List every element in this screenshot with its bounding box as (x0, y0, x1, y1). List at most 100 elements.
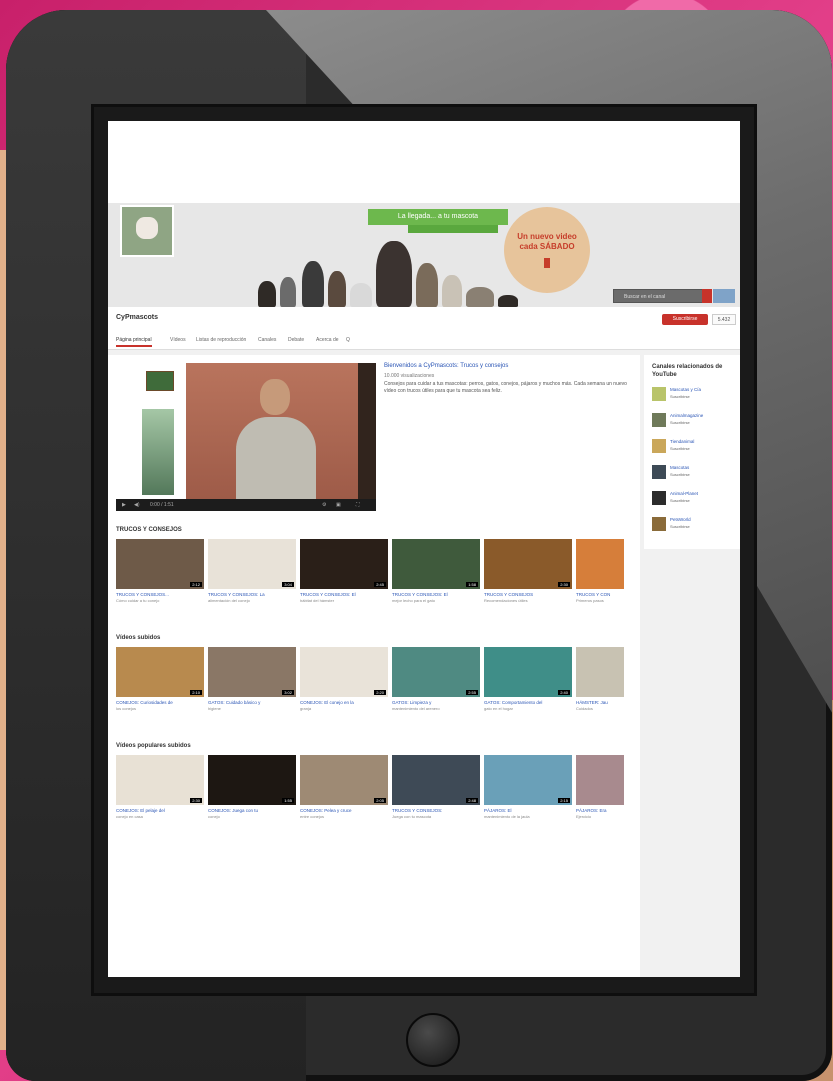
video-duration: 3:04 (282, 582, 294, 587)
related-channel-name[interactable]: Animalmagazine (670, 413, 703, 418)
related-channel-item[interactable]: Tiendanimal Suscribirse (652, 437, 736, 459)
video-card[interactable]: 2:15 PÁJAROS: El mantenimiento de la jaula (484, 755, 572, 820)
tab-videos[interactable]: Vídeos (170, 337, 186, 343)
channel-thumbnail[interactable] (652, 439, 666, 453)
related-channel-name[interactable]: Mascotas y Cía (670, 387, 701, 392)
featured-video-views: 10.000 visualizaciones (384, 373, 435, 379)
related-channel-name[interactable]: PetsWorld (670, 517, 691, 522)
video-thumbnail[interactable]: 1:58 (392, 539, 480, 589)
video-plant (142, 409, 174, 495)
video-card[interactable]: 2:55 GATOS: Limpieza y mantenimiento del a… (392, 647, 480, 712)
video-card[interactable]: 1:40TRUCOS Y CONPrimeros pasos (576, 539, 624, 604)
video-thumbnail[interactable]: 2:05 (300, 755, 388, 805)
channel-name[interactable]: CyPmascots (116, 314, 158, 321)
video-thumbnail[interactable]: 1:40 (576, 539, 624, 589)
video-thumbnail[interactable]: 3:04 (208, 539, 296, 589)
video-thumbnail[interactable]: 2:30 (116, 755, 204, 805)
video-thumbnail[interactable]: 2:12 (116, 539, 204, 589)
section-title[interactable]: Vídeos populares subidos (116, 743, 191, 749)
related-channel-item[interactable]: Mascotas y Cía Suscribirse (652, 385, 736, 407)
settings-icon[interactable]: ⚙ (322, 502, 326, 508)
video-meta: mantenimiento de la jaula (484, 814, 530, 819)
related-channel-subscribe[interactable]: Suscribirse (670, 472, 690, 477)
channel-search-input[interactable]: Buscar en el canal (613, 289, 703, 303)
video-card[interactable]: 2:30 CONEJOS: El pelaje del conejo en casa (116, 755, 204, 820)
video-thumbnail[interactable]: 1:35 (576, 755, 624, 805)
video-card[interactable]: 3:02 GATOS: Cuidado básico y higiene (208, 647, 296, 712)
related-channel-subscribe[interactable]: Suscribirse (670, 498, 690, 503)
video-card[interactable]: 2:12 TRUCOS Y CONSEJOS... Cómo cuidar a tu… (116, 539, 204, 604)
video-duration: 2:20 (374, 690, 386, 695)
channel-thumbnail[interactable] (652, 465, 666, 479)
video-thumbnail[interactable]: 2:10 (116, 647, 204, 697)
video-thumbnail[interactable]: 3:02 (208, 647, 296, 697)
promo-badge: Un nuevo video cada SÁBADO (504, 207, 590, 293)
video-thumbnail[interactable]: 2:55 (392, 647, 480, 697)
related-channel-item[interactable]: Animal-Planet Suscribirse (652, 489, 736, 511)
section-title[interactable]: Vídeos subidos (116, 635, 160, 641)
video-card[interactable]: 2:20 CONEJOS: El conejo en la granja (300, 647, 388, 712)
video-thumbnail[interactable]: 2:48 (392, 755, 480, 805)
video-meta: conejo (208, 814, 220, 819)
related-channel-item[interactable]: PetsWorld Suscribirse (652, 515, 736, 537)
video-card[interactable]: 2:40 GATOS: Comportamiento del gato en el … (484, 647, 572, 712)
channel-thumbnail[interactable] (652, 491, 666, 505)
channel-thumbnail[interactable] (652, 387, 666, 401)
related-channel-subscribe[interactable]: Suscribirse (670, 524, 690, 529)
channel-tabs: Página principal Vídeos Listas de reprod… (108, 333, 740, 350)
video-row-popular: 2:30 CONEJOS: El pelaje del conejo en casa… (116, 755, 640, 839)
video-card[interactable]: 2:30 TRUCOS Y CONSEJOS Recomendaciones úti… (484, 539, 572, 604)
search-icon[interactable]: Q (346, 337, 350, 343)
fullscreen-icon[interactable]: ⛶ (356, 502, 360, 508)
video-thumbnail[interactable]: 2:30 (484, 539, 572, 589)
video-thumbnail[interactable]: 2:15 (484, 755, 572, 805)
section-title[interactable]: TRUCOS Y CONSEJOS (116, 527, 182, 533)
home-button[interactable] (406, 1013, 460, 1067)
channel-avatar[interactable] (120, 205, 174, 257)
video-thumbnail[interactable]: 1:50 (576, 647, 624, 697)
channel-thumbnail[interactable] (652, 517, 666, 531)
channel-thumbnail[interactable] (652, 413, 666, 427)
social-link-icon[interactable] (702, 289, 712, 303)
youtube-icon[interactable]: ▣ (336, 502, 341, 508)
video-thumbnail[interactable]: 2:40 (484, 647, 572, 697)
video-card[interactable]: 3:04 TRUCOS Y CONSEJOS: La alimentación de… (208, 539, 296, 604)
related-channel-subscribe[interactable]: Suscribirse (670, 446, 690, 451)
related-channel-name[interactable]: Mascotas (670, 465, 689, 470)
play-icon[interactable]: ▶ (122, 502, 126, 508)
tab-home[interactable]: Página principal (116, 337, 152, 347)
video-card[interactable]: 1:58 TRUCOS Y CONSEJOS: El mejor lecho par… (392, 539, 480, 604)
video-card[interactable]: 2:10 CONEJOS: Curiosidades de los conejos (116, 647, 204, 712)
volume-icon[interactable]: ◀) (134, 502, 140, 508)
related-channel-name[interactable]: Animal-Planet (670, 491, 698, 496)
video-duration: 1:55 (282, 798, 294, 803)
main-content: ▶ ◀) 0:00 / 1:51 ⚙ ▣ ⛶ Bienvenidos a CyP… (108, 355, 640, 977)
video-card[interactable]: 2:05 CONEJOS: Pelea y cruce entre conejos (300, 755, 388, 820)
subscribe-button[interactable]: Suscribirse (662, 314, 708, 325)
video-thumbnail[interactable]: 1:55 (208, 755, 296, 805)
related-channel-item[interactable]: Animalmagazine Suscribirse (652, 411, 736, 433)
related-channel-subscribe[interactable]: Suscribirse (670, 420, 690, 425)
video-thumbnail[interactable]: 2:45 (300, 539, 388, 589)
cat-avatar-image (136, 217, 158, 239)
player-controls[interactable]: ▶ ◀) 0:00 / 1:51 ⚙ ▣ ⛶ (116, 499, 376, 511)
video-time: 0:00 / 1:51 (150, 502, 174, 508)
tab-about[interactable]: Acerca de (316, 337, 339, 343)
tab-playlists[interactable]: Listas de reproducción (196, 337, 246, 343)
tab-channels[interactable]: Canales (258, 337, 276, 343)
related-channel-subscribe[interactable]: Suscribirse (670, 394, 690, 399)
tab-discussion[interactable]: Debate (288, 337, 304, 343)
related-channel-item[interactable]: Mascotas Suscribirse (652, 463, 736, 485)
related-channel-name[interactable]: Tiendanimal (670, 439, 694, 444)
video-card[interactable]: 2:45 TRUCOS Y CONSEJOS: El hábitat del hám… (300, 539, 388, 604)
featured-video-player[interactable]: ▶ ◀) 0:00 / 1:51 ⚙ ▣ ⛶ (116, 363, 376, 511)
website-link-icon[interactable] (713, 289, 735, 303)
video-chalkboard (146, 371, 174, 391)
video-card[interactable]: 1:35PÁJAROS: EraEjercicio (576, 755, 624, 820)
video-meta: higiene (208, 706, 221, 711)
video-card[interactable]: 1:55 CONEJOS: Juega con tu conejo (208, 755, 296, 820)
video-card[interactable]: 2:48 TRUCOS Y CONSEJOS: Juega con tu masco… (392, 755, 480, 820)
video-thumbnail[interactable]: 2:20 (300, 647, 388, 697)
video-card[interactable]: 1:50HÁMSTER: JauCuidados (576, 647, 624, 712)
featured-video-title[interactable]: Bienvenidos a CyPmascots: Trucos y conse… (384, 363, 508, 369)
